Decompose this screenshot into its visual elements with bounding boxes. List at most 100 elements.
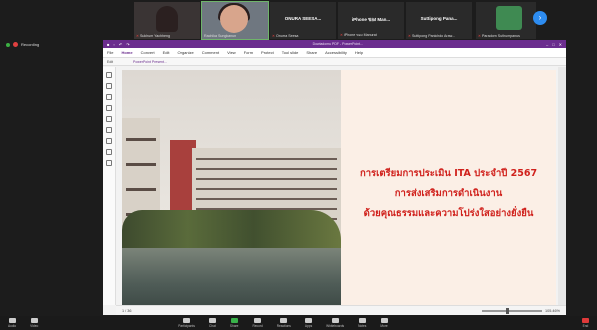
reactions-button[interactable]: Reactions [277, 318, 291, 328]
participants-button[interactable]: Participants [178, 318, 195, 328]
trees [122, 210, 341, 250]
recording-label: Recording [21, 42, 40, 47]
muted-mic-icon: ✕ [408, 34, 412, 38]
menu-item-protect[interactable]: Protect [261, 50, 274, 55]
slide-title-line: ด้วยคุณธรรมและความโปร่งใสอย่างยั่งยืน [363, 207, 534, 219]
audio-button[interactable]: Audio [8, 318, 16, 328]
layers-icon[interactable] [106, 160, 112, 166]
muted-mic-icon: ✕ [478, 34, 482, 38]
apps-button[interactable]: Apps [305, 318, 312, 328]
share-button[interactable]: Share [230, 318, 238, 328]
menu-item-home[interactable]: Home [121, 50, 132, 55]
document-tab[interactable]: PowerPoint Present... [133, 60, 167, 64]
participant-display-name: Suttipong Pana... [420, 16, 458, 21]
muted-mic-icon: ✕ [136, 34, 140, 38]
meeting-window: ✕Sukhum Yachheng Rachika Sungkanun ONURA… [0, 0, 597, 330]
menu-item-view[interactable]: View [227, 50, 236, 55]
participant-name: Sukhum Yachheng [140, 34, 171, 38]
presentation-slide: การเตรียมการประเมิน ITA ประจำปี 2567 การ… [122, 70, 556, 308]
menu-item-share[interactable]: Share [306, 50, 317, 55]
minimize-icon[interactable]: – [546, 42, 548, 47]
chat-button[interactable]: Chat [208, 318, 216, 328]
maximize-icon[interactable]: □ [552, 42, 554, 47]
reactions-icon [280, 318, 288, 323]
participant-tile[interactable]: ✕Sukhum Yachheng [134, 2, 200, 39]
security-shield-icon [6, 42, 10, 47]
participant-tile-active-speaker[interactable]: Rachika Sungkanun [201, 1, 269, 40]
record-icon [254, 318, 262, 323]
water-reflection [122, 248, 341, 308]
menu-item-convert[interactable]: Convert [141, 50, 155, 55]
menu-item-accessibility[interactable]: Accessibility [325, 50, 347, 55]
participant-tile[interactable]: ONURA SEESA... ✕Onurra Seesa [270, 2, 336, 39]
slide-title-line: การเตรียมการประเมิน ITA ประจำปี 2567 [359, 167, 538, 179]
participants-icon [183, 318, 191, 323]
participant-name: Onurra Seesa [276, 34, 299, 38]
left-toolbar [103, 67, 116, 305]
end-icon [582, 318, 589, 323]
select-tool-icon[interactable] [106, 83, 112, 89]
undo-icon[interactable]: ↶ [119, 42, 122, 47]
attachment-icon[interactable] [106, 127, 112, 133]
comment-icon[interactable] [106, 116, 112, 122]
muted-mic-icon: ✕ [340, 33, 344, 37]
muted-mic-icon: ✕ [272, 34, 276, 38]
campus-photo [122, 70, 341, 308]
zoom-slider[interactable] [482, 307, 542, 314]
participant-tile[interactable]: iPhone ของ Man... ✕iPhone ของ Manurat [338, 2, 404, 39]
page-indicator[interactable]: 1 / 36 [122, 309, 132, 313]
slide-title-line: การส่งเสริมการดำเนินงาน [394, 187, 503, 199]
participant-name: Suttipong Panichdo Araw... [412, 34, 455, 38]
video-button[interactable]: Video [30, 318, 38, 328]
participant-tile[interactable]: Suttipong Pana... ✕Suttipong Panichdo Ar… [406, 2, 472, 39]
app-logo-icon: ■ [107, 41, 110, 47]
viewer-titlebar: ■ ▫ ↶ ↷ Dowiadomu PDF - PowerPoint... – … [103, 40, 566, 48]
participant-strip: ✕Sukhum Yachheng Rachika Sungkanun ONURA… [134, 1, 476, 40]
participant-name: Rachika Sungkanun [204, 34, 237, 38]
more-icon [380, 318, 388, 323]
menu-item-help[interactable]: Help [355, 50, 363, 55]
participant-display-name: ONURA SEESA... [284, 16, 322, 21]
whiteboard-icon [331, 318, 339, 323]
document-tabbar: Edit PowerPoint Present... [103, 58, 566, 66]
more-button[interactable]: More [380, 318, 388, 328]
participant-video [220, 5, 248, 33]
bookmark-icon[interactable] [106, 94, 112, 100]
menu-item-organize[interactable]: Organize [178, 50, 194, 55]
menu-item-comment[interactable]: Comment [202, 50, 219, 55]
close-icon[interactable]: ✕ [559, 42, 562, 47]
chat-icon [208, 318, 216, 323]
participant-tile[interactable]: ✕Paradorn Suthumpanus [476, 2, 536, 39]
redo-icon[interactable]: ↷ [126, 42, 129, 47]
next-page-button[interactable]: › [533, 11, 547, 25]
thumbnail-icon[interactable] [106, 105, 112, 111]
participant-name: iPhone ของ Manurat [344, 33, 377, 37]
edit-label[interactable]: Edit [107, 60, 113, 64]
document-title: Dowiadomu PDF - PowerPoint... [312, 42, 363, 46]
microphone-icon [8, 318, 16, 323]
record-dot-icon [13, 42, 18, 47]
slide-text-panel: การเตรียมการประเมิน ITA ประจำปี 2567 การ… [341, 70, 556, 308]
recording-indicator[interactable]: Recording [6, 42, 39, 47]
zoom-control: 105.46% [482, 307, 560, 314]
menu-item-file[interactable]: File [107, 50, 113, 55]
vertical-scrollbar[interactable] [558, 67, 566, 305]
menu-item-edit[interactable]: Edit [163, 50, 170, 55]
text-icon[interactable] [106, 149, 112, 155]
meeting-toolbar: Audio Video Participants Chat Share Record Re… [0, 316, 597, 330]
arrow-right-icon: › [538, 13, 542, 22]
record-button[interactable]: Record [252, 318, 263, 328]
participant-display-name: iPhone ของ Man... [351, 17, 391, 22]
hand-tool-icon[interactable] [106, 72, 112, 78]
menu-item-form[interactable]: Form [244, 50, 253, 55]
zoom-level[interactable]: 105.46% [545, 309, 560, 313]
menu-item-tool-slide[interactable]: Tool slide [282, 50, 299, 55]
end-meeting-button[interactable]: End [582, 318, 589, 328]
notes-button[interactable]: Notes [358, 318, 366, 328]
participant-video [156, 6, 178, 32]
share-icon [230, 318, 238, 323]
whiteboards-button[interactable]: Whiteboards [326, 318, 344, 328]
save-icon[interactable]: ▫ [113, 42, 114, 47]
search-icon[interactable] [106, 138, 112, 144]
organization-logo [496, 6, 522, 30]
